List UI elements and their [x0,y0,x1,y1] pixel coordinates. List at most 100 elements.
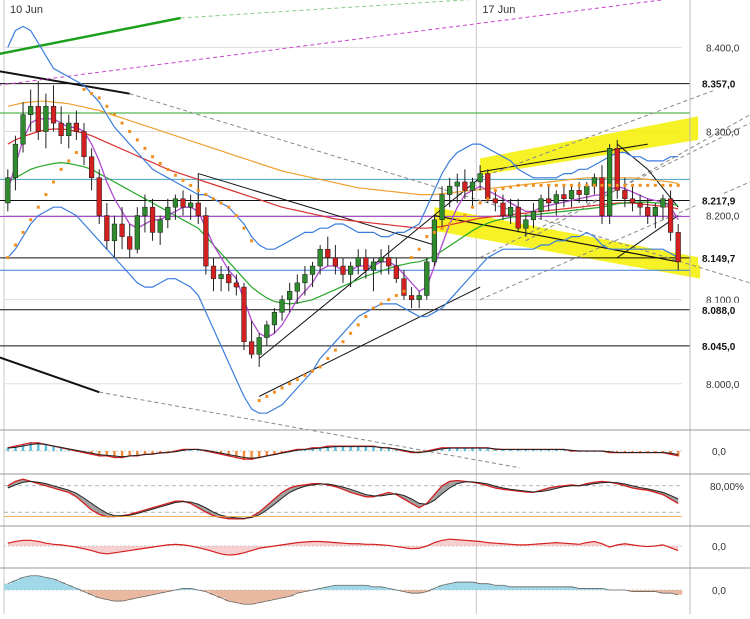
sar-dot [471,205,475,209]
candle-down [408,295,415,300]
oscillator-bar [49,578,58,590]
sar-dot [349,331,353,335]
candle-down [241,286,247,342]
sar-dot [295,378,299,382]
candle-down [637,202,643,208]
oscillator-bar [255,590,264,603]
candle-down [629,198,636,204]
sar-dot [135,138,139,142]
candle-up [378,257,384,263]
candle-up [454,181,460,187]
candle-up [309,265,316,275]
candle-down [675,232,681,263]
sar-dot [356,323,360,327]
candle-down [386,257,392,267]
x-tick-label: 17 Jun [482,4,515,16]
candle-up [424,261,430,296]
candle-up [469,181,476,191]
candle-up [416,295,422,300]
oscillator-bar [529,586,538,590]
candle-up [165,206,171,221]
candle-down [485,173,491,200]
oscillator-bar [468,582,477,590]
oscillator-bar [453,582,462,590]
candle-down [363,257,369,271]
oscillator-bar [26,575,35,590]
candle-down [515,206,521,229]
candle-up [538,198,544,212]
sar-dot [44,193,48,197]
candle-up [530,211,537,221]
candle-up [256,337,262,355]
sar-dot [653,183,657,187]
sar-dot [67,159,71,163]
sar-dot [272,390,276,394]
candle-down [233,282,239,288]
sar-dot [227,205,231,209]
oscillator-bar [354,585,363,590]
sar-dot [531,183,535,187]
sar-dot [516,183,520,187]
candle-up [28,106,34,115]
sar-dot [303,373,307,377]
oscillator-bar [339,585,348,590]
candle-down [50,106,57,124]
candle-up [294,282,300,292]
sar-dot [82,87,86,91]
candle-down [149,206,156,233]
candle-down [546,198,552,204]
candle-up [20,114,26,145]
sar-dot [341,340,345,344]
candle-up [607,148,613,216]
oscillator-bar [118,590,127,602]
sar-dot [90,92,94,96]
candle-up [302,274,308,284]
candle-down [561,194,567,200]
trading-chart[interactable]: 10 Jun 17 Jun8.000,08.100,08.200,08.300,0… [0,0,750,614]
sar-dot [211,197,215,201]
sar-dot [638,183,642,187]
sar-dot [21,230,25,234]
candle-down [599,177,605,216]
chart-window: 10 Jun 17 Jun 8.000,0 8.100,0 8.200,0 8.300,0… [0,0,750,614]
sar-dot [577,183,581,187]
sar-dot [112,113,116,117]
y-tick-label: 8.000,0 [706,380,740,391]
sar-dot [158,161,162,165]
sar-dot [402,289,406,293]
oscillator-bar [263,590,271,602]
sar-dot [539,183,543,187]
candle-up [317,248,323,267]
sar-dot [173,173,177,177]
sar-dot [74,151,78,155]
candle-up [271,312,278,326]
candle-down [127,236,133,250]
sar-dot [371,306,375,310]
sar-dot [524,183,528,187]
sar-dot [120,121,124,125]
candle-down [325,248,331,258]
sar-dot [36,205,40,209]
sar-dot [265,394,269,398]
candle-up [431,219,438,263]
candle-up [287,291,293,300]
sar-dot [143,146,147,150]
sar-dot [463,214,467,218]
candle-down [96,177,102,216]
sar-dot [234,214,238,218]
candle-down [73,122,79,132]
sar-dot [417,247,421,251]
oscillator-bar [514,586,523,590]
candle-up [111,223,118,242]
x-tick-label: 10 Jun [10,4,43,16]
stoch-axis-label: 80,00% [710,482,744,493]
candle-up [134,215,140,250]
sar-dot [410,256,414,260]
sar-dot [509,185,513,189]
macd-axis-label: 0,0 [712,447,726,458]
sar-dot [311,369,315,373]
oscillator-axis-label: 0,0 [712,586,726,597]
candle-down [248,341,255,355]
candle-up [172,198,179,208]
candle-down [58,122,64,136]
